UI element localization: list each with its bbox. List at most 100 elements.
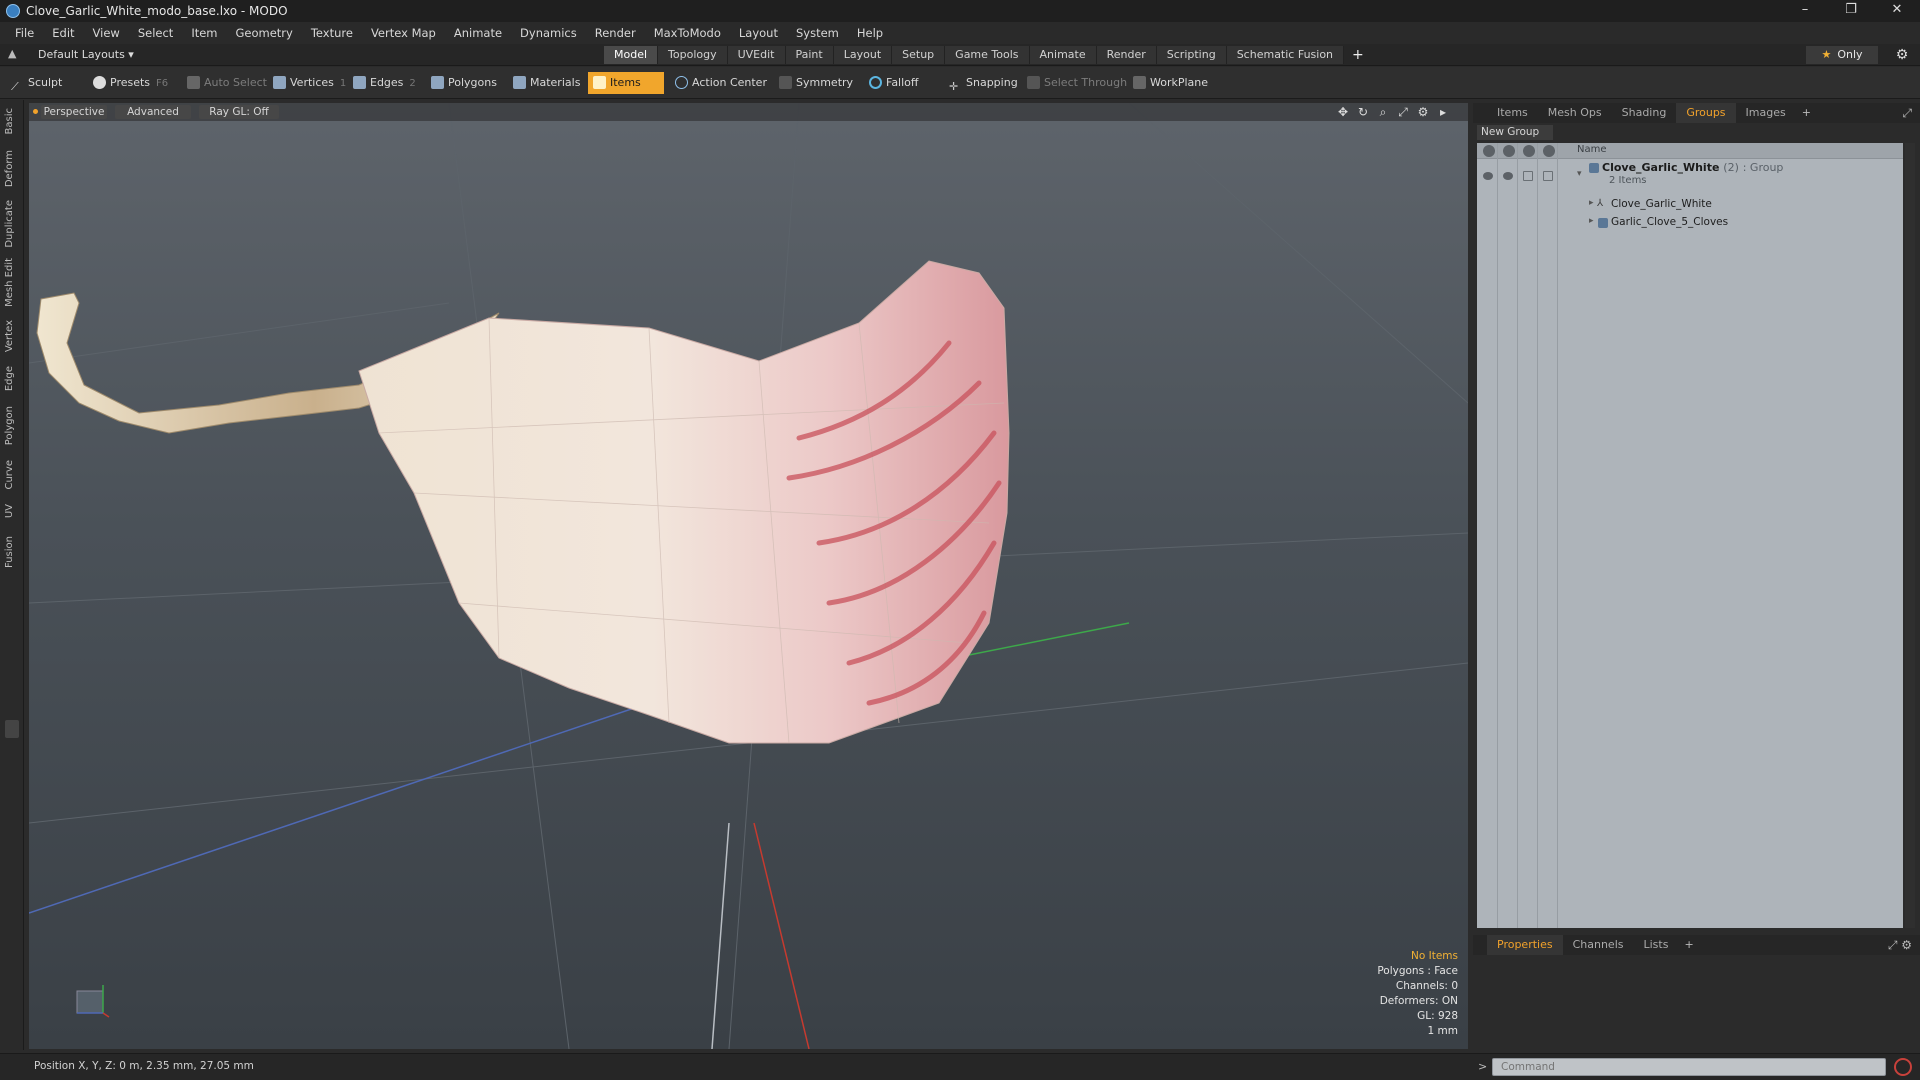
visibility-eye-icon[interactable]	[1483, 172, 1493, 180]
viewport-more-icon[interactable]: ▸	[1436, 105, 1450, 119]
render-toggle-icon[interactable]	[1503, 172, 1513, 180]
presets-button[interactable]: Presets F6	[88, 72, 174, 94]
only-toggle-button[interactable]: ★ Only	[1806, 46, 1878, 64]
tab-items[interactable]: Items	[1487, 103, 1538, 123]
falloff-button[interactable]: Falloff	[864, 72, 924, 94]
tab-properties[interactable]: Properties	[1487, 935, 1563, 955]
zoom-icon[interactable]: ⌕	[1376, 105, 1390, 119]
orbit-icon[interactable]: ↻	[1356, 105, 1370, 119]
layout-menu-icon[interactable]: ▲	[8, 48, 20, 60]
menu-view[interactable]: View	[84, 22, 129, 44]
tab-scripting[interactable]: Scripting	[1156, 46, 1227, 64]
tab-groups[interactable]: Groups	[1676, 103, 1736, 123]
visibility-column-icon[interactable]	[1483, 145, 1495, 157]
command-input[interactable]	[1492, 1058, 1886, 1076]
auto-select-button[interactable]: Auto Select	[182, 72, 273, 94]
vtab-deform[interactable]: Deform	[4, 150, 20, 187]
tab-images[interactable]: Images	[1736, 103, 1796, 123]
vtab-edge[interactable]: Edge	[4, 366, 20, 391]
tab-shading[interactable]: Shading	[1612, 103, 1677, 123]
restore-button[interactable]: ❐	[1828, 0, 1874, 22]
render-column-icon[interactable]	[1503, 145, 1515, 157]
items-button[interactable]: Items	[588, 72, 664, 94]
new-group-button[interactable]: New Group	[1477, 125, 1553, 140]
pan-icon[interactable]: ✥	[1336, 105, 1350, 119]
vertices-button[interactable]: Vertices 1	[268, 72, 352, 94]
list-item[interactable]: ▸ Garlic_Clove_5_Cloves	[1477, 215, 1903, 231]
group-row[interactable]: ▾ Clove_Garlic_White (2) : Group 2 Items	[1477, 161, 1903, 187]
snapping-button[interactable]: ✛ Snapping	[944, 72, 1024, 94]
menu-item[interactable]: Item	[182, 22, 226, 44]
vtab-duplicate[interactable]: Duplicate	[4, 200, 20, 248]
polygons-button[interactable]: Polygons	[426, 72, 503, 94]
layout-selector[interactable]: Default Layouts ▾	[38, 44, 134, 66]
select-through-button[interactable]: Select Through	[1022, 72, 1133, 94]
vtab-mesh-edit[interactable]: Mesh Edit	[4, 258, 20, 307]
tab-lists[interactable]: Lists	[1634, 935, 1679, 955]
list-item[interactable]: ▸ ⅄ Clove_Garlic_White	[1477, 197, 1903, 213]
lock-checkbox[interactable]	[1523, 171, 1533, 181]
tab-animate[interactable]: Animate	[1029, 46, 1097, 64]
advanced-button[interactable]: Advanced	[115, 105, 191, 119]
tab-paint[interactable]: Paint	[785, 46, 834, 64]
action-center-button[interactable]: Action Center	[670, 72, 773, 94]
select-column-icon[interactable]	[1543, 145, 1555, 157]
add-properties-tab-icon[interactable]: +	[1678, 935, 1699, 955]
menu-render[interactable]: Render	[586, 22, 645, 44]
menu-animate[interactable]: Animate	[445, 22, 511, 44]
menu-vertex-map[interactable]: Vertex Map	[362, 22, 445, 44]
tab-topology[interactable]: Topology	[658, 46, 728, 64]
materials-button[interactable]: Materials	[508, 72, 586, 94]
collapse-arrow-icon[interactable]: ▾	[1577, 169, 1582, 179]
add-tab-icon[interactable]: +	[1344, 46, 1372, 64]
tab-layout[interactable]: Layout	[833, 46, 893, 64]
vtab-curve[interactable]: Curve	[4, 460, 20, 490]
list-scrollbar[interactable]	[1905, 143, 1915, 928]
add-panel-tab-icon[interactable]: +	[1796, 103, 1817, 123]
edges-button[interactable]: Edges 2	[348, 72, 422, 94]
tab-setup[interactable]: Setup	[892, 46, 946, 64]
vtab-vertex[interactable]: Vertex	[4, 320, 20, 352]
viewport-settings-icon[interactable]: ⚙	[1416, 105, 1430, 119]
expand-panel-icon[interactable]: ⤢	[1902, 106, 1912, 121]
menu-maxtomodo[interactable]: MaxToModo	[645, 22, 730, 44]
3d-viewport[interactable]: Perspective Advanced Ray GL: Off ✥ ↻ ⌕ ⤢…	[29, 103, 1468, 1049]
panel-handle[interactable]	[5, 720, 19, 738]
tab-mesh-ops[interactable]: Mesh Ops	[1538, 103, 1612, 123]
select-checkbox[interactable]	[1543, 171, 1553, 181]
vtab-basic[interactable]: Basic	[4, 108, 20, 134]
menu-system[interactable]: System	[787, 22, 848, 44]
menu-layout[interactable]: Layout	[730, 22, 787, 44]
command-history-icon[interactable]: >	[1478, 1060, 1487, 1073]
vtab-fusion[interactable]: Fusion	[4, 536, 20, 568]
fit-icon[interactable]: ⤢	[1396, 105, 1410, 119]
lock-column-icon[interactable]	[1523, 145, 1535, 157]
tab-game-tools[interactable]: Game Tools	[945, 46, 1030, 64]
workplane-button[interactable]: WorkPlane	[1128, 72, 1214, 94]
menu-geometry[interactable]: Geometry	[227, 22, 302, 44]
close-button[interactable]: ✕	[1874, 0, 1920, 22]
menu-select[interactable]: Select	[129, 22, 182, 44]
sculpt-button[interactable]: ⟋ Sculpt	[6, 72, 76, 94]
vtab-polygon[interactable]: Polygon	[4, 406, 20, 445]
menu-help[interactable]: Help	[848, 22, 892, 44]
perspective-button[interactable]: Perspective	[41, 105, 107, 119]
ray-gl-button[interactable]: Ray GL: Off	[199, 105, 279, 119]
tab-model[interactable]: Model	[604, 46, 659, 64]
expand-properties-icon[interactable]: ⤢ ⚙	[1888, 938, 1912, 953]
symmetry-button[interactable]: Symmetry	[774, 72, 859, 94]
menu-texture[interactable]: Texture	[302, 22, 362, 44]
gear-icon[interactable]: ⚙	[1894, 47, 1910, 63]
menu-file[interactable]: File	[6, 22, 43, 44]
tab-channels[interactable]: Channels	[1563, 935, 1634, 955]
minimize-button[interactable]: –	[1782, 0, 1828, 22]
tab-uvedit[interactable]: UVEdit	[727, 46, 786, 64]
name-column-header[interactable]: Name	[1577, 144, 1607, 155]
vtab-uv[interactable]: UV	[4, 504, 20, 518]
tab-schematic-fusion[interactable]: Schematic Fusion	[1226, 46, 1345, 64]
viewport-options-icon[interactable]	[33, 109, 38, 114]
menu-dynamics[interactable]: Dynamics	[511, 22, 586, 44]
tab-render[interactable]: Render	[1096, 46, 1157, 64]
command-stop-icon[interactable]	[1894, 1058, 1912, 1076]
menu-edit[interactable]: Edit	[43, 22, 83, 44]
